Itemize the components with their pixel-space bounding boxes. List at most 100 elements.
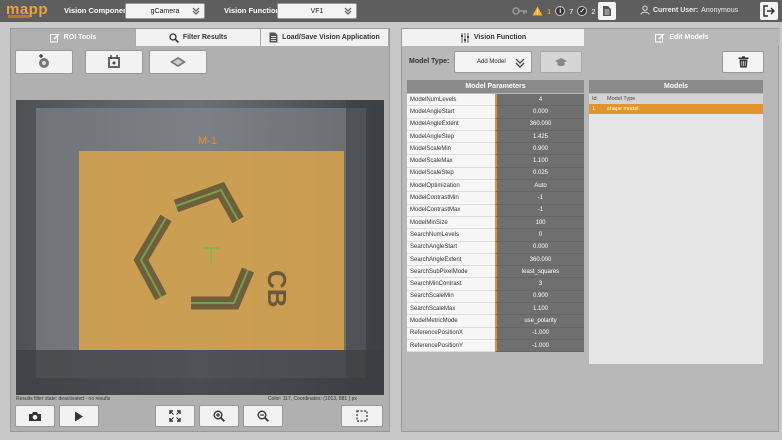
trash-icon xyxy=(738,56,748,68)
plastic-code-text: CB xyxy=(262,270,292,308)
zoom-out-button[interactable] xyxy=(243,405,283,427)
logout-button[interactable] xyxy=(760,2,778,20)
param-value-field[interactable]: Auto xyxy=(495,180,584,193)
param-name: SearchScaleMax xyxy=(407,303,495,316)
param-value-field[interactable]: 0 xyxy=(495,229,584,242)
roi-tool-icon xyxy=(108,55,120,68)
document-icon xyxy=(603,6,611,16)
param-value-field[interactable]: -1.000 xyxy=(495,339,584,353)
fit-screen-icon xyxy=(169,410,181,422)
teach-model-button[interactable] xyxy=(540,51,582,73)
models-col-type: Model Type xyxy=(607,96,636,102)
param-value-field[interactable]: 0.000 xyxy=(495,106,584,119)
camera-image[interactable]: CB M-1 xyxy=(16,100,384,395)
left-tabs: ROI Tools Filter Results Load/Save Visio… xyxy=(11,29,389,46)
roi-tool-button-2[interactable] xyxy=(85,50,143,74)
zoom-in-button[interactable] xyxy=(199,405,239,427)
filter-state-text: Results filter state: deactivated - no r… xyxy=(16,396,111,402)
table-row: ModelScaleStep 0.025 xyxy=(407,167,584,181)
param-value-field[interactable]: 1.425 xyxy=(495,130,584,144)
param-value-field[interactable]: 1.100 xyxy=(495,303,584,316)
chevron-down-icon xyxy=(192,7,200,15)
tab-load-save[interactable]: Load/Save Vision Application xyxy=(261,29,389,46)
tab-load-save-label: Load/Save Vision Application xyxy=(282,34,380,41)
model-type-select[interactable]: Add Model xyxy=(454,51,532,73)
param-value-field[interactable]: 4 xyxy=(495,94,584,107)
param-value-field[interactable]: least_squares xyxy=(495,266,584,279)
vision-component-select[interactable]: gCamera xyxy=(125,3,205,19)
user-icon xyxy=(640,5,650,15)
table-row: ModelContrastMin -1 xyxy=(407,192,584,205)
key-icon xyxy=(512,7,527,15)
vision-function-label: Vision Function: xyxy=(224,6,283,15)
chevron-down-icon xyxy=(515,58,525,68)
param-value-field[interactable]: 360.000 xyxy=(495,118,584,131)
image-panel: ROI Tools Filter Results Load/Save Visio… xyxy=(10,28,390,432)
param-value-field[interactable]: 360.000 xyxy=(495,253,584,267)
selection-icon xyxy=(356,410,368,422)
param-value-field[interactable]: 0.900 xyxy=(495,143,584,156)
tab-edit-models[interactable]: Edit Models xyxy=(584,29,780,46)
document-button[interactable] xyxy=(598,2,616,20)
table-row: SearchScaleMin 0.900 xyxy=(407,290,584,304)
play-button[interactable] xyxy=(59,405,99,427)
param-value-field[interactable]: use_polarity xyxy=(495,315,584,328)
param-name: ModelAngleExtent xyxy=(407,118,495,131)
param-value-field[interactable]: 3 xyxy=(495,278,584,291)
fit-view-button[interactable] xyxy=(155,405,195,427)
param-value-field[interactable]: 1.100 xyxy=(495,155,584,168)
color-value: 117, xyxy=(282,396,293,402)
coord-unit: ) px xyxy=(348,396,357,402)
param-value-field[interactable]: 0.000 xyxy=(495,241,584,254)
table-row: ModelAngleStep 1.425 xyxy=(407,130,584,144)
param-name: SearchMinContrast xyxy=(407,278,495,291)
check-icon[interactable]: ✓ xyxy=(577,6,588,16)
param-name: SearchScaleMin xyxy=(407,290,495,304)
info-icon[interactable]: i xyxy=(555,6,566,16)
table-row: ModelOptimization Auto xyxy=(407,180,584,193)
tab-roi-tools-label: ROI Tools xyxy=(63,34,97,41)
current-user: Current User: Anonymous xyxy=(640,5,738,15)
models-table-header: Id Model Type xyxy=(589,94,763,104)
capture-button[interactable] xyxy=(15,405,55,427)
param-value-field[interactable]: 0.900 xyxy=(495,290,584,304)
coord-x: (1013, xyxy=(323,396,338,402)
play-icon xyxy=(75,411,83,421)
models-col-id: Id xyxy=(592,96,597,102)
coord-y: 881 xyxy=(338,396,348,402)
param-value-field[interactable]: -1.000 xyxy=(495,327,584,340)
model-label: M-1 xyxy=(198,135,217,147)
param-name: ModelAngleStep xyxy=(407,130,495,144)
table-row: ModelMetricMode use_polarity xyxy=(407,315,584,328)
tab-roi-tools[interactable]: ROI Tools xyxy=(11,29,136,46)
sliders-icon xyxy=(460,32,469,43)
edit-icon xyxy=(655,33,665,42)
param-name: ModelOptimization xyxy=(407,180,495,193)
camera-image-viewer[interactable]: CB M-1 xyxy=(16,100,384,395)
table-row: SearchNumLevels 0 xyxy=(407,229,584,242)
param-value-field[interactable]: 0.025 xyxy=(495,167,584,181)
param-value-field[interactable]: -1 xyxy=(495,192,584,205)
warning-icon[interactable] xyxy=(532,6,543,16)
table-row: ModelAngleExtent 360.000 xyxy=(407,118,584,131)
roi-tool-button-3[interactable] xyxy=(149,50,207,74)
param-name: ModelMetricMode xyxy=(407,315,495,328)
selection-button[interactable] xyxy=(341,405,383,427)
param-name: ModelNumLevels xyxy=(407,94,495,107)
tab-filter-results-label: Filter Results xyxy=(182,34,228,41)
param-value-field[interactable]: 100 xyxy=(495,216,584,230)
tab-vision-function[interactable]: Vision Function xyxy=(402,29,584,46)
param-name: SearchAngleExtent xyxy=(407,253,495,267)
tab-filter-results[interactable]: Filter Results xyxy=(136,29,261,46)
logo-underline xyxy=(8,15,30,18)
vision-function-select[interactable]: VF1 xyxy=(277,3,357,19)
chevron-down-icon xyxy=(344,7,352,15)
ok-count: 2 xyxy=(591,6,596,16)
param-value-field[interactable]: -1 xyxy=(495,204,584,217)
delete-model-button[interactable] xyxy=(722,51,764,73)
model-row[interactable]: 1 shape model xyxy=(589,104,763,114)
model-type: shape model xyxy=(607,106,639,112)
roi-tool-button-1[interactable] xyxy=(15,50,73,74)
viewer-status-bar: Results filter state: deactivated - no r… xyxy=(16,396,384,404)
document-icon xyxy=(269,32,278,43)
